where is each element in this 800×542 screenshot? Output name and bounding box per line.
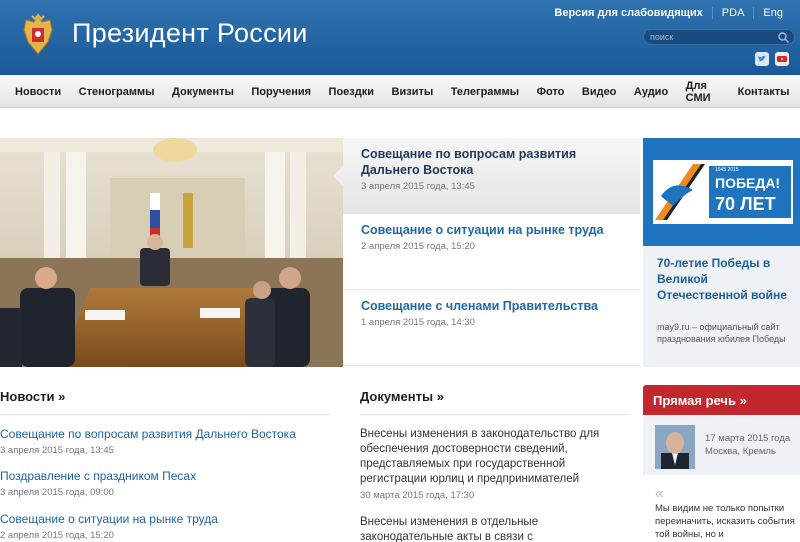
banner-years: 1945 2015 — [715, 167, 739, 173]
promo-description: may9.ru – официальный сайт празднования … — [657, 322, 786, 344]
search-icon[interactable] — [777, 31, 790, 44]
victory-70-logo: 1945 2015 ПОБЕДА! 70 ЛЕТ — [653, 160, 793, 224]
feature-date: 2 апреля 2015 года, 15:20 — [361, 241, 475, 252]
nav-item-instructions[interactable]: Поручения — [244, 86, 318, 98]
speech-date: 17 марта 2015 года — [705, 433, 791, 444]
news-title[interactable]: Совещание о ситуации на рынке труда — [0, 512, 330, 527]
accessible-version-link[interactable]: Версия для слабовидящих — [545, 7, 711, 19]
nav-item-contacts[interactable]: Контакты — [731, 86, 797, 98]
feature-photo[interactable] — [0, 138, 343, 367]
news-date: 3 апреля 2015 года, 09:00 — [0, 487, 114, 498]
speech-quote[interactable]: Мы видим не только попытки переиначить, … — [655, 502, 795, 541]
youtube-icon[interactable] — [775, 52, 789, 66]
document-title[interactable]: Внесены изменения в законодательство для… — [360, 427, 630, 487]
twitter-icon[interactable] — [755, 52, 769, 66]
feature-item[interactable]: Совещание о ситуации на рынке труда 2 ап… — [343, 214, 640, 290]
quote-icon: « — [655, 485, 664, 502]
feature-list: Совещание по вопросам развития Дальнего … — [333, 138, 640, 367]
speech-place: Москва, Кремль — [705, 446, 776, 457]
speech-date-place: 17 марта 2015 года Москва, Кремль — [705, 432, 800, 458]
news-item[interactable]: Поздравление с праздником Песах 3 апреля… — [0, 469, 330, 498]
document-item[interactable]: Внесены изменения в отдельные законодате… — [360, 515, 630, 542]
search-box — [643, 29, 795, 45]
nav-item-media[interactable]: Для СМИ — [679, 80, 727, 104]
document-date: 30 марта 2015 года, 17:30 — [360, 490, 475, 501]
feature-title[interactable]: Совещание с членами Правительства — [361, 298, 622, 314]
direct-speech-block: Прямая речь » 17 марта 2015 года Москва,… — [643, 385, 800, 542]
nav-item-trips[interactable]: Поездки — [322, 86, 381, 98]
feature-date: 3 апреля 2015 года, 13:45 — [361, 181, 475, 192]
documents-heading[interactable]: Документы » — [360, 389, 444, 404]
divider — [360, 414, 630, 415]
banner-text-pobeda: ПОБЕДА! — [715, 175, 780, 191]
meeting-photo — [0, 138, 343, 367]
site-title[interactable]: Президент России — [72, 18, 308, 49]
feature-title[interactable]: Совещание о ситуации на рынке труда — [361, 222, 622, 238]
nav-item-transcripts[interactable]: Стенограммы — [72, 86, 162, 98]
nav-item-photo[interactable]: Фото — [530, 86, 572, 98]
feature-item[interactable]: Совещание по вопросам развития Дальнего … — [333, 138, 640, 214]
news-item[interactable]: Совещание о ситуации на рынке труда 2 ап… — [0, 512, 330, 541]
promo-title[interactable]: 70-летие Победы в Великой Отечественной … — [657, 255, 797, 303]
main-nav: Новости Стенограммы Документы Поручения … — [0, 75, 800, 108]
nav-item-news[interactable]: Новости — [8, 86, 68, 98]
banner-text-70: 70 ЛЕТ — [715, 194, 776, 214]
direct-speech-heading[interactable]: Прямая речь » — [653, 393, 747, 408]
coat-of-arms-icon[interactable] — [18, 12, 58, 58]
search-input[interactable] — [650, 31, 770, 43]
news-title[interactable]: Поздравление с праздником Песах — [0, 469, 330, 484]
pda-link[interactable]: PDA — [711, 7, 754, 19]
speaker-photo[interactable] — [655, 425, 695, 469]
nav-item-telegrams[interactable]: Телеграммы — [444, 86, 526, 98]
document-item[interactable]: Внесены изменения в законодательство для… — [360, 427, 630, 501]
site-header: Президент России Версия для слабовидящих… — [0, 0, 800, 75]
nav-item-video[interactable]: Видео — [575, 86, 624, 98]
english-link[interactable]: Eng — [753, 7, 792, 19]
direct-speech-header[interactable]: Прямая речь » — [643, 385, 800, 415]
feature-title[interactable]: Совещание по вопросам развития Дальнего … — [361, 146, 622, 178]
speech-info: 17 марта 2015 года Москва, Кремль — [643, 415, 800, 475]
victory-promo: 1945 2015 ПОБЕДА! 70 ЛЕТ 70-летие Победы… — [643, 138, 800, 367]
news-heading[interactable]: Новости » — [0, 389, 65, 404]
nav-item-visits[interactable]: Визиты — [385, 86, 441, 98]
feature-date: 1 апреля 2015 года, 14:30 — [361, 317, 475, 328]
nav-item-audio[interactable]: Аудио — [627, 86, 675, 98]
nav-item-documents[interactable]: Документы — [165, 86, 241, 98]
top-links: Версия для слабовидящих PDA Eng — [545, 7, 792, 19]
news-title[interactable]: Совещание по вопросам развития Дальнего … — [0, 427, 330, 442]
divider — [0, 414, 330, 415]
news-date: 2 апреля 2015 года, 15:20 — [0, 530, 114, 541]
document-title[interactable]: Внесены изменения в отдельные законодате… — [360, 515, 630, 542]
feature-item[interactable]: Совещание с членами Правительства 1 апре… — [343, 290, 640, 366]
news-date: 3 апреля 2015 года, 13:45 — [0, 445, 114, 456]
victory-banner[interactable]: 1945 2015 ПОБЕДА! 70 ЛЕТ — [643, 138, 800, 246]
news-item[interactable]: Совещание по вопросам развития Дальнего … — [0, 427, 330, 456]
